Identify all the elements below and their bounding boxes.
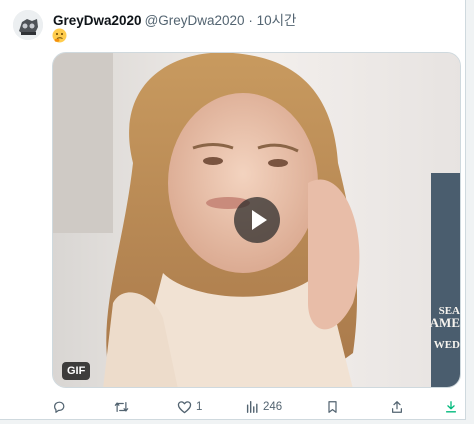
separator-dot: · (244, 13, 257, 28)
download-icon (445, 401, 457, 413)
thinking-face-emoji (52, 28, 67, 43)
like-count: 1 (196, 401, 203, 413)
views-icon (246, 401, 258, 413)
share-icon (392, 401, 402, 413)
views-count: 246 (263, 401, 283, 413)
tweet-header: GreyDwa2020 @GreyDwa2020 · 10시간 (53, 9, 296, 29)
bookmark-icon (328, 401, 337, 413)
views-button[interactable]: 246 (245, 396, 282, 418)
user-handle[interactable]: @GreyDwa2020 (145, 13, 245, 28)
reply-icon (54, 401, 65, 413)
tweet-actions: 1 246 (0, 396, 466, 418)
avatar[interactable] (13, 10, 43, 40)
reply-button[interactable] (52, 396, 70, 418)
share-button[interactable] (390, 396, 404, 418)
play-button[interactable] (234, 197, 280, 243)
play-icon (252, 210, 267, 230)
background-caption-line-2: AME (429, 315, 460, 330)
gif-media[interactable]: GIF SEA AME WED (52, 52, 461, 388)
bookmark-button[interactable] (326, 396, 339, 418)
download-button[interactable] (444, 396, 458, 418)
gif-badge: GIF (62, 362, 91, 380)
retweet-button[interactable] (113, 396, 134, 418)
timestamp[interactable]: 10시간 (257, 13, 297, 28)
retweet-icon (114, 402, 129, 412)
like-button[interactable]: 1 (177, 396, 202, 418)
display-name[interactable]: GreyDwa2020 (53, 13, 142, 28)
background-caption-line-3: WED (433, 339, 460, 351)
heart-icon (177, 401, 192, 414)
tweet-card[interactable]: GreyDwa2020 @GreyDwa2020 · 10시간 GIF SEA … (0, 0, 466, 420)
